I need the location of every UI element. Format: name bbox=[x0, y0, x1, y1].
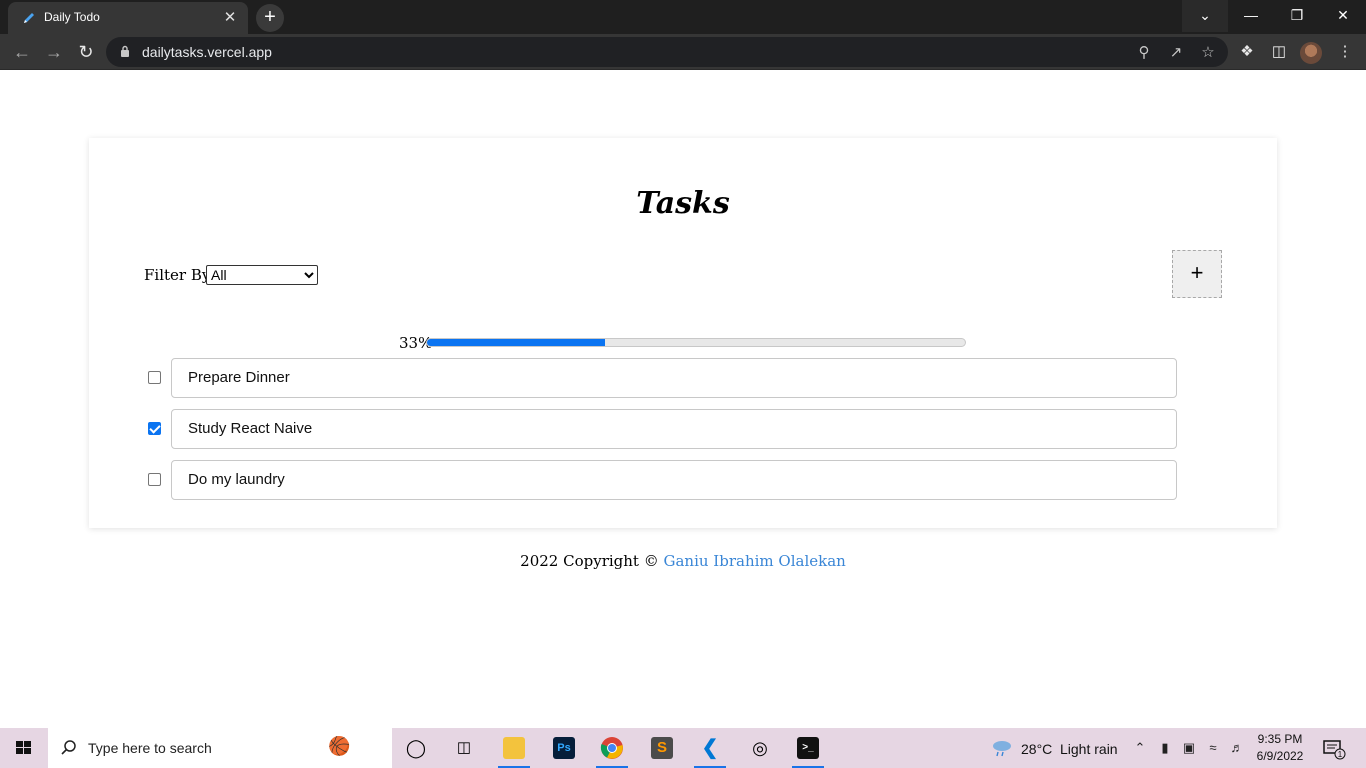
footer-author-link[interactable]: Ganiu Ibrahim Olalekan bbox=[664, 552, 846, 570]
sublime-text-icon: S bbox=[651, 737, 673, 759]
forward-arrow-icon[interactable]: → bbox=[41, 39, 67, 65]
task-checkbox[interactable] bbox=[148, 371, 161, 384]
sublime-text-button[interactable]: S bbox=[638, 728, 686, 768]
task-row: Do my laundry bbox=[89, 460, 1277, 500]
footer: 2022 Copyright © Ganiu Ibrahim Olalekan bbox=[0, 552, 1366, 570]
tab-title: Daily Todo bbox=[44, 10, 100, 24]
task-row: Study React Naive bbox=[89, 409, 1277, 449]
browser-toolbar: ← → ↻ dailytasks.vercel.app ⚲ ↗ ☆ ❖ ◫ ⋮ bbox=[0, 34, 1366, 70]
notification-count: 1 bbox=[1338, 750, 1343, 759]
cortana-icon: ◯ bbox=[405, 738, 427, 758]
close-window-button[interactable]: ✕ bbox=[1320, 0, 1366, 32]
task-text-field[interactable]: Prepare Dinner bbox=[171, 358, 1177, 398]
filter-label: Filter By: bbox=[144, 266, 216, 284]
task-view-icon: ◫ bbox=[456, 739, 472, 756]
zoom-icon[interactable]: ⚲ bbox=[1133, 42, 1155, 64]
lock-icon[interactable] bbox=[120, 45, 130, 58]
os-taskbar: Type here to search 🏀 ◯ ◫ Ps S ❮ ◎ >_ 28… bbox=[0, 728, 1366, 768]
extensions-icon[interactable]: ❖ bbox=[1236, 41, 1258, 63]
terminal-button[interactable]: >_ bbox=[784, 728, 832, 768]
maximize-button[interactable]: ❐ bbox=[1274, 0, 1320, 32]
search-placeholder: Type here to search bbox=[88, 740, 212, 756]
minimize-button[interactable]: — bbox=[1228, 0, 1274, 32]
cortana-button[interactable]: ◯ bbox=[392, 728, 440, 768]
weather-rain-icon[interactable] bbox=[990, 738, 1014, 758]
tasks-card: Tasks Filter By: All + 33% Prepare Dinne… bbox=[89, 138, 1277, 528]
footer-copyright: 2022 Copyright © bbox=[520, 552, 664, 570]
task-view-button[interactable]: ◫ bbox=[440, 728, 488, 768]
add-task-button[interactable]: + bbox=[1172, 250, 1222, 298]
more-menu-icon[interactable]: ⋮ bbox=[1334, 41, 1356, 63]
profile-avatar[interactable] bbox=[1300, 42, 1322, 64]
page-viewport: Tasks Filter By: All + 33% Prepare Dinne… bbox=[0, 71, 1366, 728]
media-app-button[interactable]: ◎ bbox=[736, 728, 784, 768]
vscode-button[interactable]: ❮ bbox=[686, 728, 734, 768]
page-title: Tasks bbox=[636, 186, 730, 221]
progress-fill bbox=[427, 339, 605, 346]
taskbar-search[interactable]: Type here to search 🏀 bbox=[48, 728, 392, 768]
file-explorer-button[interactable] bbox=[490, 728, 538, 768]
volume-icon[interactable]: ♬ bbox=[1227, 738, 1247, 758]
task-checkbox[interactable] bbox=[148, 422, 161, 435]
task-text-field[interactable]: Do my laundry bbox=[171, 460, 1177, 500]
bookmark-star-icon[interactable]: ☆ bbox=[1197, 42, 1219, 64]
task-text-field[interactable]: Study React Naive bbox=[171, 409, 1177, 449]
meet-now-icon[interactable]: ▣ bbox=[1179, 738, 1199, 758]
side-panel-icon[interactable]: ◫ bbox=[1268, 41, 1290, 63]
url-text: dailytasks.vercel.app bbox=[142, 44, 272, 60]
photoshop-icon: Ps bbox=[553, 737, 575, 759]
wifi-icon[interactable]: ≈ bbox=[1203, 738, 1223, 758]
tab-search-button[interactable]: ⌄ bbox=[1182, 0, 1228, 32]
reload-icon[interactable]: ↻ bbox=[73, 39, 99, 65]
show-hidden-icons-chevron-icon[interactable]: ⌃ bbox=[1130, 738, 1150, 758]
media-disc-icon: ◎ bbox=[752, 738, 768, 758]
search-icon bbox=[61, 740, 76, 755]
browser-titlebar: Daily Todo ✕ + ⌄ — ❐ ✕ bbox=[0, 0, 1366, 34]
pencil-favicon-icon bbox=[24, 13, 34, 23]
search-highlight-icon: 🏀 bbox=[328, 736, 351, 756]
photoshop-button[interactable]: Ps bbox=[540, 728, 588, 768]
task-checkbox[interactable] bbox=[148, 473, 161, 486]
windows-start-button[interactable] bbox=[0, 728, 48, 768]
filter-select[interactable]: All bbox=[206, 265, 318, 285]
vscode-icon: ❮ bbox=[701, 737, 719, 759]
windows-logo-icon bbox=[16, 741, 31, 754]
folder-icon bbox=[503, 737, 525, 759]
chrome-icon bbox=[600, 737, 623, 759]
share-icon[interactable]: ↗ bbox=[1165, 42, 1187, 64]
progress-bar bbox=[426, 338, 966, 347]
clock-time[interactable]: 9:35 PM bbox=[1250, 732, 1310, 746]
back-arrow-icon[interactable]: ← bbox=[9, 39, 35, 65]
chrome-button[interactable] bbox=[588, 728, 636, 768]
browser-tab[interactable]: Daily Todo ✕ bbox=[8, 2, 248, 34]
new-tab-button[interactable]: + bbox=[256, 4, 284, 32]
terminal-icon: >_ bbox=[797, 737, 819, 759]
tab-close-icon[interactable]: ✕ bbox=[220, 8, 240, 28]
weather-condition[interactable]: Light rain bbox=[1060, 741, 1118, 757]
weather-temperature[interactable]: 28°C bbox=[1021, 741, 1052, 757]
clock-date[interactable]: 6/9/2022 bbox=[1250, 749, 1310, 763]
address-bar[interactable]: dailytasks.vercel.app ⚲ ↗ ☆ bbox=[106, 37, 1228, 67]
task-row: Prepare Dinner bbox=[89, 358, 1277, 398]
notification-center-icon[interactable]: 1 bbox=[1322, 738, 1346, 760]
battery-icon[interactable]: ▮ bbox=[1155, 738, 1175, 758]
